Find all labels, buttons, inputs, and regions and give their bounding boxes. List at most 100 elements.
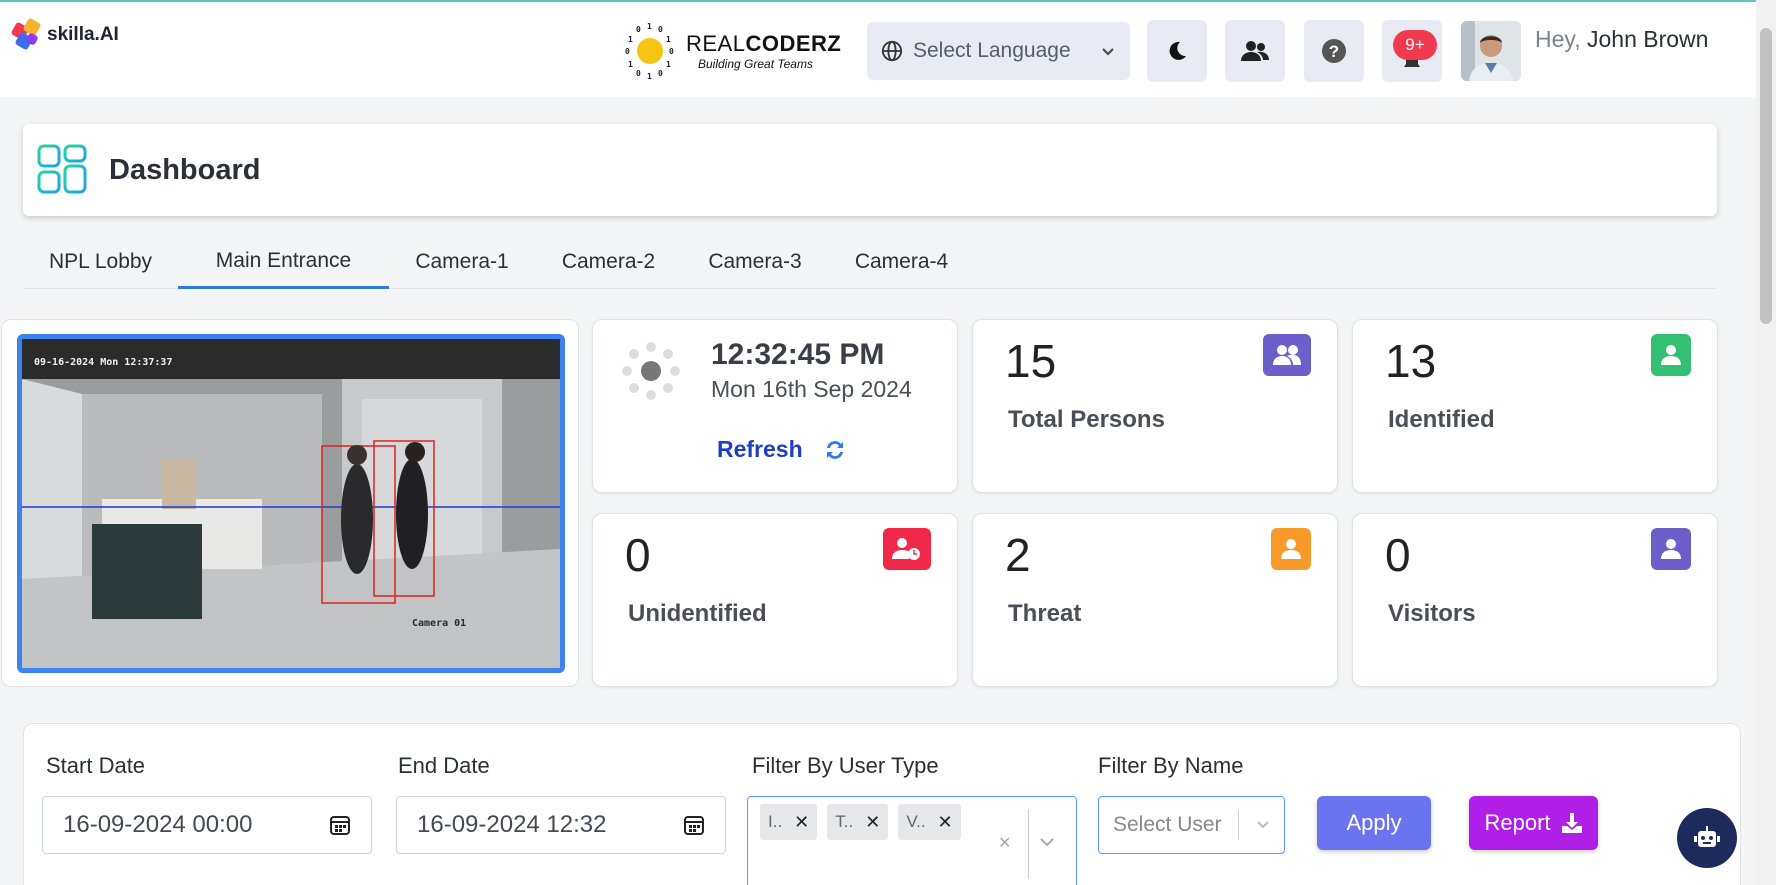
notification-badge: 9+ xyxy=(1393,30,1437,60)
binary-digit: 0 xyxy=(658,68,663,78)
tab-camera-3[interactable]: Camera-3 xyxy=(682,235,828,289)
globe-icon xyxy=(881,40,903,62)
partner-title: REALCODERZ xyxy=(686,31,842,56)
end-date-input[interactable]: 16-09-2024 12:32 xyxy=(396,796,726,854)
binary-digit: 0 xyxy=(636,25,641,35)
binary-digit: 0 xyxy=(625,47,630,56)
download-icon xyxy=(1561,813,1582,833)
tab-camera-4[interactable]: Camera-4 xyxy=(828,235,975,289)
total-persons-value: 15 xyxy=(1005,335,1057,387)
stat-card-total-persons[interactable]: 15 Total Persons xyxy=(972,319,1338,493)
refresh-button[interactable]: Refresh xyxy=(717,436,847,463)
clock-card: 12:32:45 PM Mon 16th Sep 2024 Refresh xyxy=(592,319,958,493)
loading-spinner-icon xyxy=(622,342,680,400)
threat-label: Threat xyxy=(1008,600,1082,627)
apply-button[interactable]: Apply xyxy=(1317,796,1431,850)
tab-camera-1[interactable]: Camera-1 xyxy=(389,235,535,289)
user-select[interactable]: Select User xyxy=(1098,796,1285,854)
svg-text:?: ? xyxy=(1329,42,1339,61)
camera-label: Camera 01 xyxy=(412,618,466,629)
camera-card: 09-16-2024 Mon 12:37:37 Camera 01 xyxy=(1,319,579,687)
name-filter-label: Filter By Name xyxy=(1098,753,1244,778)
stat-card-visitors[interactable]: 0 Visitors xyxy=(1352,513,1718,687)
dark-mode-button[interactable] xyxy=(1147,20,1207,82)
binary-digit: 0 xyxy=(669,47,674,56)
user-clock-icon xyxy=(883,528,931,570)
visitors-value: 0 xyxy=(1385,529,1411,581)
clock-date: Mon 16th Sep 2024 xyxy=(711,376,912,402)
partner-tagline: Building Great Teams xyxy=(698,57,813,71)
sun-logo-icon: 101010101010 xyxy=(624,22,676,81)
user-alert-icon xyxy=(1271,528,1311,570)
scrollbar-thumb[interactable] xyxy=(1760,28,1772,324)
user-greeting[interactable]: Hey, John Brown xyxy=(1535,26,1708,53)
threat-value: 2 xyxy=(1005,529,1031,581)
language-select[interactable]: Select Language xyxy=(867,22,1130,80)
partner-logo: 101010101010 REALCODERZ Building Great T… xyxy=(624,22,842,81)
start-date-label: Start Date xyxy=(46,753,146,778)
chevron-down-icon[interactable] xyxy=(1038,835,1056,849)
binary-digit: 1 xyxy=(647,72,652,81)
tab-camera-2[interactable]: Camera-2 xyxy=(535,235,682,289)
identified-value: 13 xyxy=(1385,335,1437,387)
tab-npl-lobby[interactable]: NPL Lobby xyxy=(23,235,178,289)
brand-name: skilla.AI xyxy=(47,24,119,45)
remove-chip-icon[interactable]: ✕ xyxy=(794,812,809,833)
binary-digit: 1 xyxy=(666,59,671,69)
refresh-icon xyxy=(826,440,843,459)
calendar-icon xyxy=(684,816,704,835)
moon-icon xyxy=(1169,41,1186,60)
users-button[interactable] xyxy=(1225,20,1285,82)
page-scrollbar[interactable] xyxy=(1756,0,1776,885)
calendar-icon xyxy=(330,816,350,835)
stat-card-threat[interactable]: 2 Threat xyxy=(972,513,1338,687)
robot-icon xyxy=(1694,826,1720,847)
report-button[interactable]: Report xyxy=(1469,796,1598,850)
brand[interactable]: skilla.AI xyxy=(10,17,119,51)
binary-digit: 1 xyxy=(627,34,633,44)
end-date-value: 16-09-2024 12:32 xyxy=(417,811,607,838)
user-type-chip[interactable]: T.. ✕ xyxy=(827,804,889,840)
user-check-icon xyxy=(1651,334,1691,376)
binary-digit: 0 xyxy=(636,68,641,78)
unidentified-value: 0 xyxy=(625,529,651,581)
user-type-multiselect[interactable]: I.. ✕ T.. ✕ V.. ✕ ✕ xyxy=(747,796,1077,885)
start-date-input[interactable]: 16-09-2024 00:00 xyxy=(42,796,372,854)
camera-feed-image: 09-16-2024 Mon 12:37:37 Camera 01 xyxy=(22,339,560,668)
total-persons-label: Total Persons xyxy=(1008,406,1165,433)
remove-chip-icon[interactable]: ✕ xyxy=(865,812,880,833)
binary-digit: 1 xyxy=(627,59,633,69)
divider xyxy=(1028,809,1029,879)
dashboard-grid-icon xyxy=(37,144,87,194)
user-visitor-icon xyxy=(1651,528,1691,570)
visitors-label: Visitors xyxy=(1388,600,1476,627)
camera-feed[interactable]: 09-16-2024 Mon 12:37:37 Camera 01 xyxy=(17,334,565,673)
user-type-chip[interactable]: I.. ✕ xyxy=(760,804,818,840)
report-label: Report xyxy=(1484,810,1551,835)
end-date-label: End Date xyxy=(398,753,490,778)
tab-main-entrance[interactable]: Main Entrance xyxy=(178,235,389,289)
binary-digit: 1 xyxy=(666,34,671,44)
stat-card-unidentified[interactable]: 0 Unidentified xyxy=(592,513,958,687)
remove-chip-icon[interactable]: ✕ xyxy=(938,812,953,833)
stat-card-identified[interactable]: 13 Identified xyxy=(1352,319,1718,493)
avatar[interactable] xyxy=(1461,21,1521,81)
camera-tabs: NPL Lobby Main Entrance Camera-1 Camera-… xyxy=(23,235,1717,289)
top-bar: skilla.AI 101010101010 REALCODERZ Buildi… xyxy=(0,0,1776,97)
refresh-label: Refresh xyxy=(717,436,803,462)
binary-digit: 1 xyxy=(647,22,652,31)
users-icon xyxy=(1241,41,1269,61)
identified-label: Identified xyxy=(1388,406,1495,433)
chatbot-button[interactable] xyxy=(1677,808,1737,868)
filter-panel: Start Date 16-09-2024 00:00 End Date 16-… xyxy=(23,723,1741,885)
user-type-chip[interactable]: V.. ✕ xyxy=(898,804,961,840)
clock-time: 12:32:45 PM xyxy=(711,338,885,371)
clear-all-icon[interactable]: ✕ xyxy=(998,833,1011,853)
user-select-placeholder: Select User xyxy=(1113,813,1222,836)
help-button[interactable]: ? xyxy=(1304,20,1364,82)
chevron-down-icon xyxy=(1257,821,1269,829)
user-name: John Brown xyxy=(1586,26,1709,52)
skilla-logo-icon xyxy=(10,17,42,51)
chevron-down-icon xyxy=(1102,48,1114,56)
unidentified-label: Unidentified xyxy=(628,600,767,627)
